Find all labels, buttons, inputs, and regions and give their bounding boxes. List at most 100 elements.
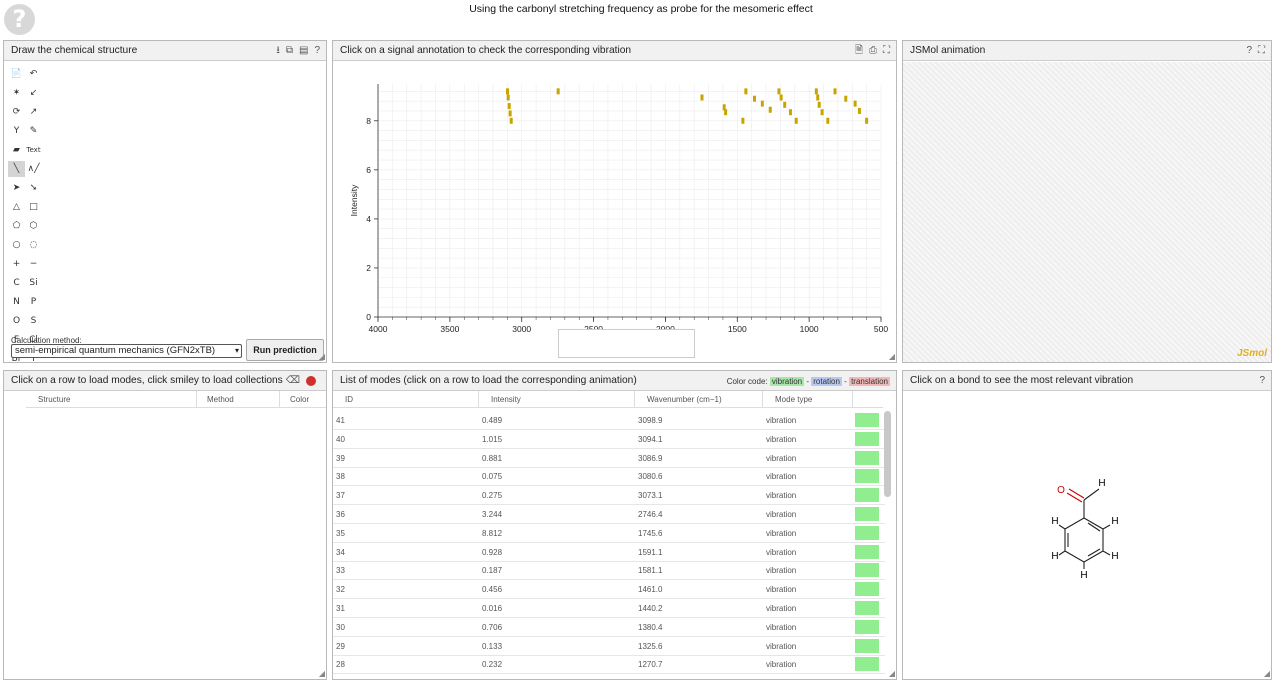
bond-ch[interactable]	[1058, 550, 1066, 556]
editor-tool[interactable]: Y	[8, 123, 25, 139]
table-row[interactable]: 40 1.015 3094.1 vibration	[333, 430, 885, 449]
resize-handle[interactable]: ◢	[1264, 670, 1270, 678]
editor-tool[interactable]: Si	[25, 275, 42, 291]
signal-annotation[interactable]	[817, 101, 821, 108]
editor-tool[interactable]: ⬡	[25, 218, 42, 234]
help-icon[interactable]: ?	[1259, 371, 1265, 391]
fullscreen-icon[interactable]: ⛶	[1258, 41, 1265, 61]
calculation-method-select[interactable]: semi-empirical quantum mechanics (GFN2xT…	[11, 344, 242, 358]
signal-annotation[interactable]	[844, 95, 848, 102]
resize-handle[interactable]: ◢	[319, 670, 325, 678]
signal-annotation[interactable]	[833, 88, 837, 95]
bond-ch[interactable]	[1102, 550, 1111, 556]
column-header-color[interactable]	[853, 391, 883, 408]
signal-annotation[interactable]	[507, 103, 511, 110]
eraser-icon[interactable]: ⌫	[286, 371, 300, 391]
signal-annotation[interactable]	[556, 88, 560, 95]
signal-annotation[interactable]	[506, 88, 510, 95]
editor-tool[interactable]: C	[8, 275, 25, 291]
table-row[interactable]: 35 8.812 1745.6 vibration	[333, 524, 885, 543]
jsmol-viewer[interactable]	[903, 62, 1271, 362]
fullscreen-icon[interactable]: ⛶	[883, 41, 890, 61]
signal-annotation[interactable]	[794, 117, 798, 124]
table-row[interactable]: 41 0.489 3098.9 vibration	[333, 411, 885, 430]
bond-co[interactable]	[1066, 492, 1083, 503]
bond-ch[interactable]	[1058, 524, 1066, 530]
column-header-id[interactable]: ID	[333, 391, 479, 408]
signal-annotation[interactable]	[865, 117, 869, 124]
editor-tool[interactable]: −	[25, 256, 42, 272]
signal-annotation[interactable]	[820, 109, 824, 116]
column-header-structure[interactable]: Structure	[26, 391, 197, 408]
editor-tool[interactable]: ⬠	[8, 218, 25, 234]
editor-tool[interactable]: ↙	[25, 85, 42, 101]
paste-icon[interactable]: ▤	[299, 41, 308, 61]
table-row[interactable]: 38 0.075 3080.6 vibration	[333, 467, 885, 487]
editor-tool[interactable]: □	[25, 199, 42, 215]
editor-tool[interactable]: ✶	[8, 85, 25, 101]
editor-tool[interactable]: P	[25, 294, 42, 310]
help-icon[interactable]: ?	[1246, 41, 1252, 61]
copy-icon[interactable]: ⧉	[286, 41, 293, 61]
column-header-method[interactable]: Method	[197, 391, 280, 408]
editor-tool[interactable]: △	[8, 199, 25, 215]
signal-annotation[interactable]	[768, 106, 772, 113]
table-row[interactable]: 34 0.928 1591.1 vibration	[333, 543, 885, 562]
table-row[interactable]: 36 3.244 2746.4 vibration	[333, 505, 885, 524]
column-header-intensity[interactable]: Intensity	[479, 391, 635, 408]
signal-annotation[interactable]	[700, 94, 704, 101]
signal-annotation[interactable]	[814, 88, 818, 95]
column-header-mode-type[interactable]: Mode type	[763, 391, 853, 408]
editor-tool[interactable]: ╲	[8, 161, 25, 177]
editor-tool[interactable]: ◌	[25, 237, 42, 253]
signal-annotation[interactable]	[741, 117, 745, 124]
editor-tool[interactable]: Text	[25, 142, 42, 158]
table-row[interactable]: 33 0.187 1581.1 vibration	[333, 561, 885, 581]
signal-annotation[interactable]	[777, 88, 781, 95]
editor-tool[interactable]: ↗	[25, 104, 42, 120]
column-header-color[interactable]: Color	[280, 391, 326, 408]
signal-annotation[interactable]	[752, 95, 756, 102]
table-row[interactable]: 30 0.706 1380.4 vibration	[333, 618, 885, 637]
signal-annotation[interactable]	[783, 101, 787, 108]
molecule-structure[interactable]: O H H H H H H	[903, 392, 1271, 680]
download-icon[interactable]: ⭳	[276, 41, 280, 61]
resize-handle[interactable]: ◢	[889, 670, 895, 678]
smiley-icon[interactable]	[306, 376, 316, 386]
signal-annotation[interactable]	[506, 94, 510, 101]
editor-tool[interactable]: +	[8, 256, 25, 272]
editor-tool[interactable]: ✎	[25, 123, 42, 139]
benzene-ring[interactable]	[1064, 517, 1104, 563]
signal-annotation[interactable]	[724, 109, 728, 116]
bond-co[interactable]	[1068, 488, 1085, 499]
editor-tool[interactable]: ➘	[25, 180, 42, 196]
editor-tool[interactable]: 📄	[8, 66, 25, 82]
table-row[interactable]: 31 0.016 1440.2 vibration	[333, 599, 885, 618]
signal-annotation[interactable]	[744, 88, 748, 95]
signal-annotation[interactable]	[853, 100, 857, 107]
signal-annotation[interactable]	[779, 94, 783, 101]
signal-annotation[interactable]	[826, 117, 830, 124]
table-row[interactable]: 32 0.456 1461.0 vibration	[333, 580, 885, 600]
bond-ch[interactable]	[1083, 488, 1100, 501]
table-row[interactable]: 37 0.275 3073.1 vibration	[333, 486, 885, 506]
column-header-wavenumber[interactable]: Wavenumber (cm−1)	[635, 391, 763, 408]
editor-tool[interactable]: ➤	[8, 180, 25, 196]
bond-ch[interactable]	[1102, 524, 1111, 530]
editor-tool[interactable]: ○	[8, 237, 25, 253]
ir-spectrum-chart[interactable]: 400035003000250020001500100050002468Wave…	[333, 62, 896, 362]
table-row[interactable]: 39 0.881 3086.9 vibration	[333, 449, 885, 468]
editor-tool[interactable]: ▰	[8, 142, 25, 158]
editor-tool[interactable]: ∧╱	[25, 161, 42, 177]
signal-annotation[interactable]	[760, 100, 764, 107]
signal-annotation[interactable]	[508, 110, 512, 117]
signal-annotation[interactable]	[857, 107, 861, 114]
editor-tool[interactable]: S	[25, 313, 42, 329]
signal-annotation[interactable]	[509, 117, 513, 124]
table-row[interactable]: 28 0.232 1270.7 vibration	[333, 655, 885, 675]
editor-tool[interactable]: ↶	[25, 66, 42, 82]
resize-handle[interactable]: ◢	[889, 353, 895, 361]
signal-annotation[interactable]	[788, 109, 792, 116]
editor-tool[interactable]: ⟳	[8, 104, 25, 120]
print-icon[interactable]: ⎙	[869, 41, 877, 61]
